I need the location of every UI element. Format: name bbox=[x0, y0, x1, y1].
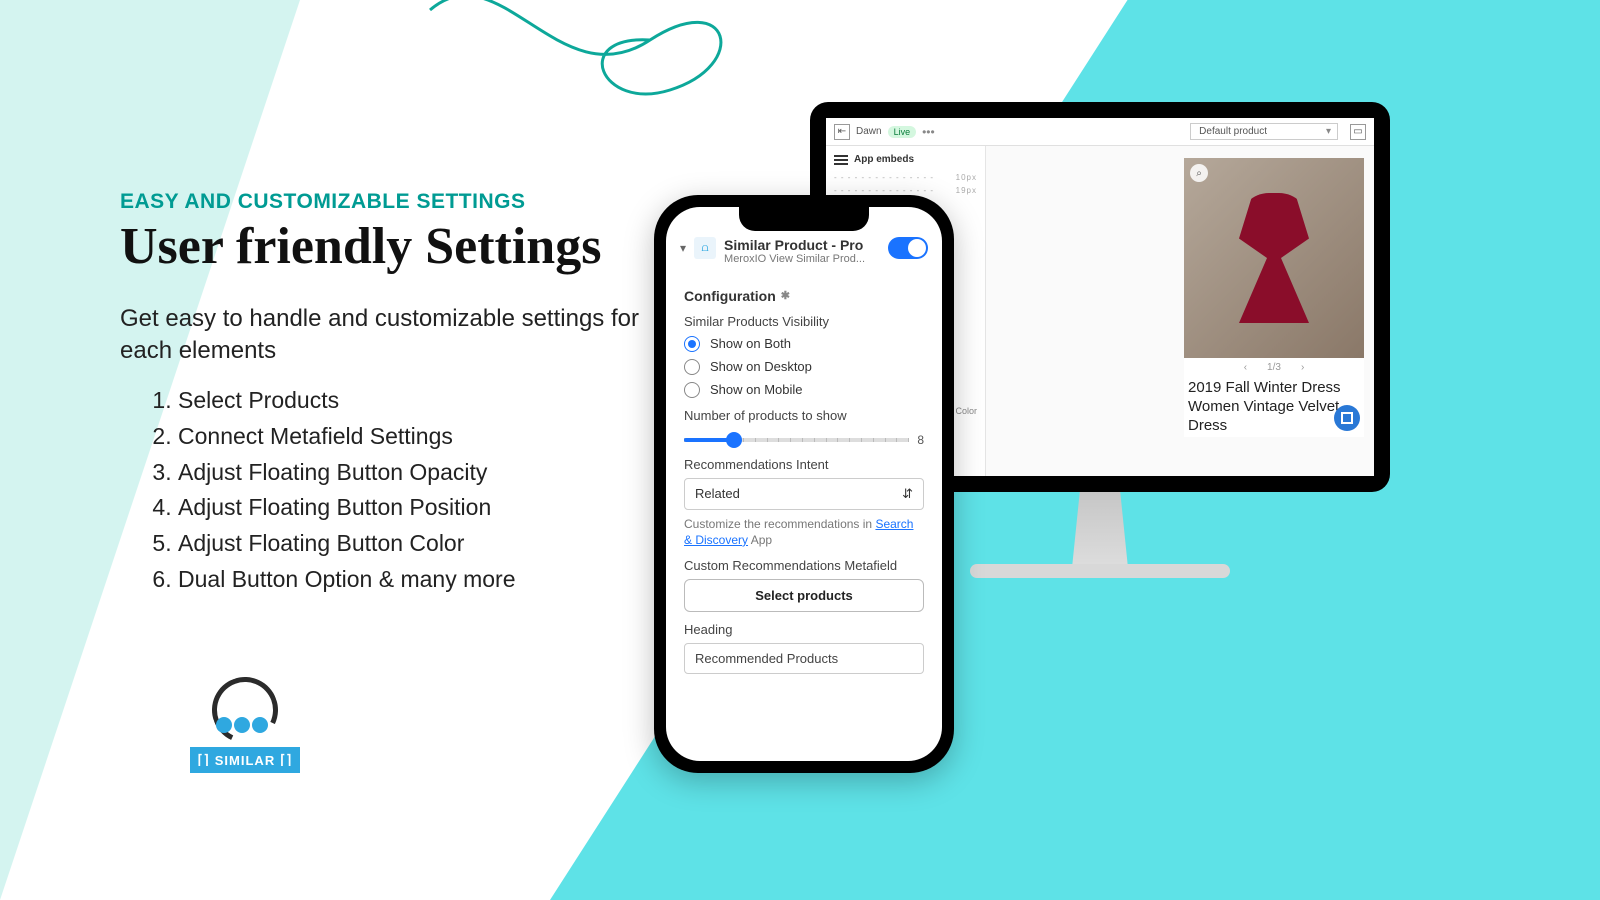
radio-show-mobile[interactable]: Show on Mobile bbox=[684, 382, 924, 398]
gear-icon: ✱ bbox=[781, 289, 790, 302]
list-item: Adjust Floating Button Color bbox=[178, 526, 640, 562]
app-title: Similar Product - Pro bbox=[724, 237, 880, 253]
intent-label: Recommendations Intent bbox=[684, 457, 924, 472]
preview-icon[interactable]: ▭ bbox=[1350, 124, 1366, 140]
eyebrow: EASY AND CUSTOMIZABLE SETTINGS bbox=[120, 190, 640, 214]
phone-mockup: ▾ ⩍ Similar Product - Pro MeroxIO View S… bbox=[654, 195, 954, 773]
select-products-button[interactable]: Select products bbox=[684, 579, 924, 612]
app-subtitle: MeroxIO View Similar Prod... bbox=[724, 253, 880, 266]
lede: Get easy to handle and customizable sett… bbox=[120, 303, 640, 368]
phone-notch bbox=[739, 207, 869, 231]
count-slider[interactable]: 8 bbox=[684, 433, 924, 447]
count-label: Number of products to show bbox=[684, 408, 924, 423]
visibility-label: Similar Products Visibility bbox=[684, 314, 924, 329]
intent-select[interactable]: Related⇵ bbox=[684, 478, 924, 510]
metafield-label: Custom Recommendations Metafield bbox=[684, 558, 924, 573]
select-caret-icon: ⇵ bbox=[902, 486, 913, 502]
editor-canvas: ⌕ ‹1/3› 2019 Fall Winter Dress Women Vin… bbox=[986, 146, 1374, 476]
product-card: ⌕ ‹1/3› 2019 Fall Winter Dress Women Vin… bbox=[1184, 158, 1364, 437]
theme-name: Dawn bbox=[856, 126, 882, 137]
hamburger-icon bbox=[834, 155, 848, 165]
heading-input[interactable]: Recommended Products bbox=[684, 643, 924, 674]
sidebar-section-label: App embeds bbox=[854, 154, 914, 165]
list-item: Dual Button Option & many more bbox=[178, 562, 640, 598]
list-item: Select Products bbox=[178, 383, 640, 419]
product-image: ⌕ bbox=[1184, 158, 1364, 358]
product-title: 2019 Fall Winter Dress Women Vintage Vel… bbox=[1184, 377, 1364, 437]
image-pager[interactable]: ‹1/3› bbox=[1184, 358, 1364, 377]
hero-copy: EASY AND CUSTOMIZABLE SETTINGS User frie… bbox=[120, 190, 640, 597]
monitor-base bbox=[970, 564, 1230, 578]
color-label: Color bbox=[955, 406, 977, 416]
heading-field-label: Heading bbox=[684, 622, 924, 637]
decorative-squiggle bbox=[420, 0, 800, 130]
editor-topbar: ⇤ Dawn Live ••• Default product ▭ bbox=[826, 118, 1374, 146]
live-badge: Live bbox=[888, 126, 917, 138]
count-value: 8 bbox=[917, 433, 924, 447]
list-item: Adjust Floating Button Opacity bbox=[178, 455, 640, 491]
intent-help: Customize the recommendations in Search … bbox=[684, 516, 924, 548]
app-icon: ⩍ bbox=[694, 237, 716, 259]
chevron-down-icon[interactable]: ▾ bbox=[680, 237, 686, 255]
radio-show-desktop[interactable]: Show on Desktop bbox=[684, 359, 924, 375]
zoom-icon[interactable]: ⌕ bbox=[1190, 164, 1208, 182]
list-item: Adjust Floating Button Position bbox=[178, 490, 640, 526]
feature-list: Select Products Connect Metafield Settin… bbox=[120, 383, 640, 597]
monitor-stand bbox=[1054, 492, 1146, 564]
list-item: Connect Metafield Settings bbox=[178, 419, 640, 455]
radio-show-both[interactable]: Show on Both bbox=[684, 336, 924, 352]
brand-logo: ⌈⌉SIMILAR⌈⌉ bbox=[180, 660, 310, 790]
more-icon[interactable]: ••• bbox=[922, 125, 935, 139]
exit-icon[interactable]: ⇤ bbox=[834, 124, 850, 140]
app-enable-toggle[interactable] bbox=[888, 237, 928, 259]
section-title: Configuration ✱ bbox=[684, 288, 924, 304]
headline: User friendly Settings bbox=[120, 220, 640, 275]
template-select[interactable]: Default product bbox=[1190, 123, 1338, 140]
